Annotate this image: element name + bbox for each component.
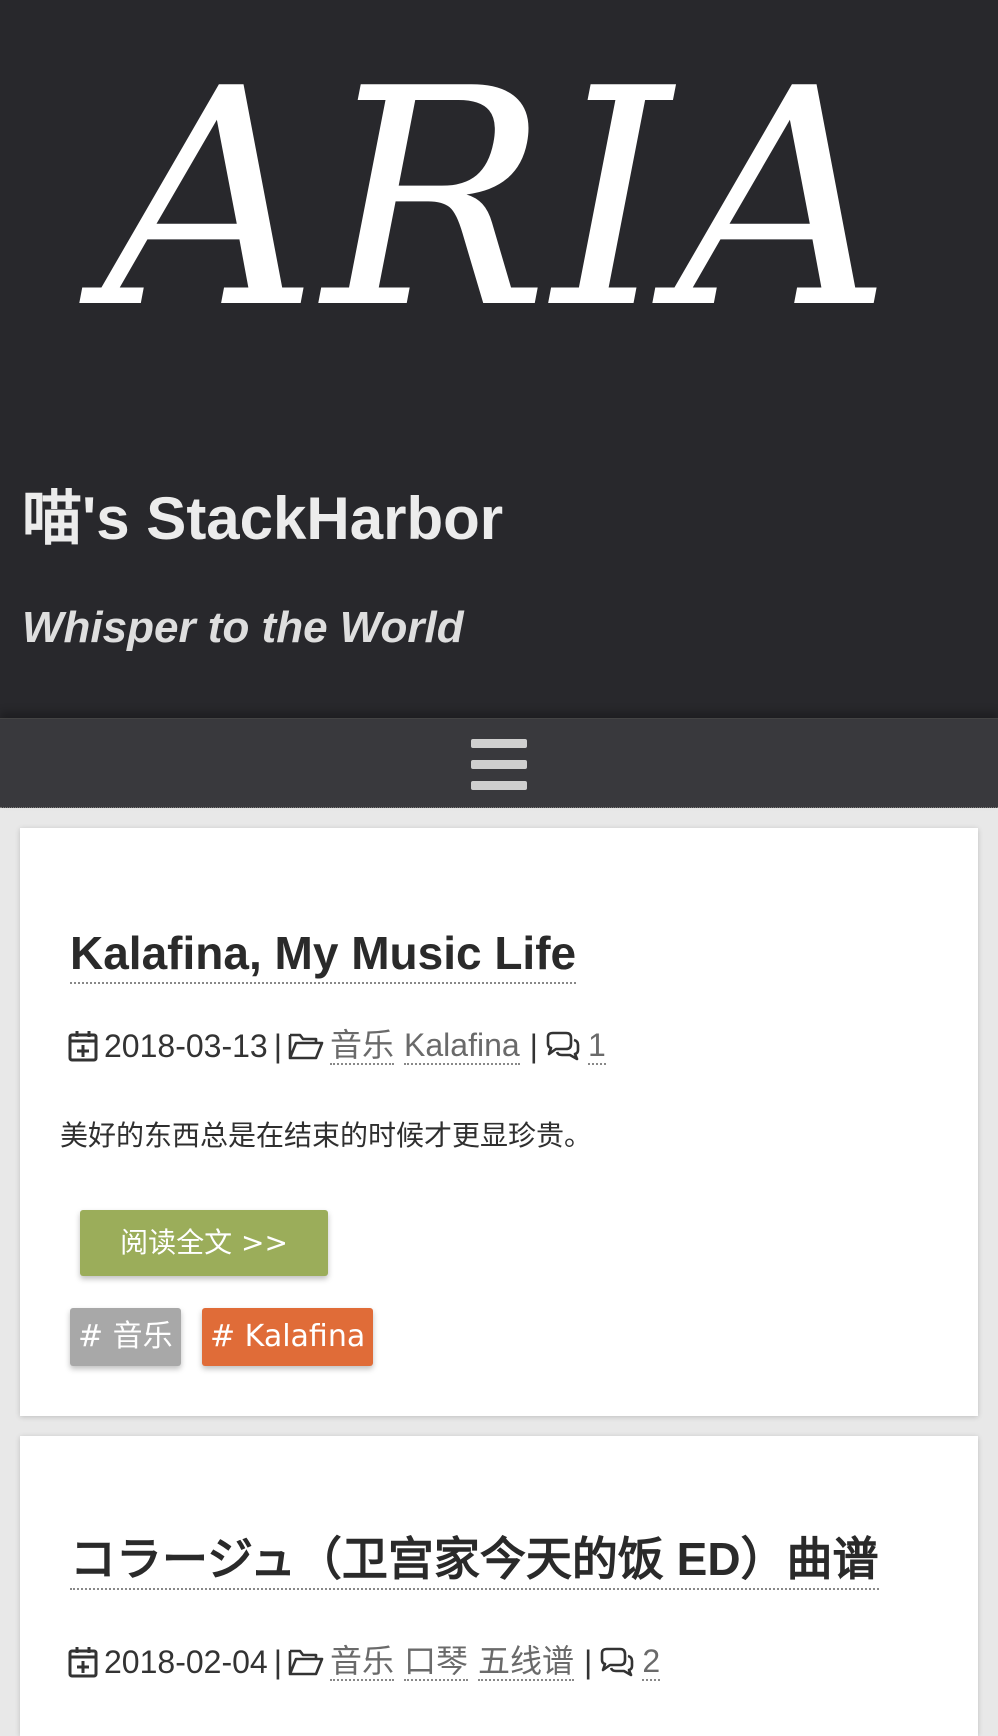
category-link[interactable]: 五线谱 [478,1643,575,1681]
site-logo[interactable]: ARIA [0,20,998,380]
site-title[interactable]: 喵's StackHarbor [22,470,503,557]
meta-separator: | [273,1643,282,1680]
folder-open-icon [288,1647,324,1677]
site-header: ARIA 喵's StackHarbor Whisper to the Worl… [0,0,998,718]
post-meta: 2018-02-04 | 音乐 口琴 五线谱 | 2 [68,1640,661,1684]
meta-separator: | [273,1027,282,1064]
comments-icon [544,1031,582,1061]
post-card: コラージュ（卫宫家今天的饭 ED）曲谱 2018-02-04 | 音乐 口琴 五… [20,1436,978,1736]
hamburger-menu-icon[interactable] [469,739,529,791]
tag-music[interactable]: # 音乐 [70,1308,181,1366]
navbar [0,718,998,808]
post-meta: 2018-03-13 | 音乐 Kalafina | 1 [68,1024,606,1068]
post-card: Kalafina, My Music Life 2018-03-13 | 音乐 … [20,828,978,1416]
meta-separator: | [584,1643,593,1680]
calendar-plus-icon [68,1030,98,1062]
post-date: 2018-03-13 [104,1027,268,1064]
category-link[interactable]: 口琴 [404,1643,469,1681]
comment-count-link[interactable]: 2 [642,1643,661,1681]
meta-separator: | [529,1027,538,1064]
category-link[interactable]: 音乐 [330,1643,395,1681]
calendar-plus-icon [68,1646,98,1678]
post-date: 2018-02-04 [104,1643,268,1680]
post-title[interactable]: コラージュ（卫宫家今天的饭 ED）曲谱 [70,1530,879,1590]
tag-kalafina[interactable]: # Kalafina [202,1308,374,1366]
post-title[interactable]: Kalafina, My Music Life [70,924,577,984]
folder-open-icon [288,1031,324,1061]
category-link[interactable]: 音乐 [330,1027,395,1065]
read-more-button[interactable]: 阅读全文 >> [80,1210,328,1276]
category-link[interactable]: Kalafina [404,1027,520,1065]
post-excerpt: 美好的东西总是在结束的时候才更显珍贵。 [60,1119,593,1152]
comments-icon [598,1647,636,1677]
site-subtitle: Whisper to the World [22,603,464,652]
comment-count-link[interactable]: 1 [587,1027,606,1065]
